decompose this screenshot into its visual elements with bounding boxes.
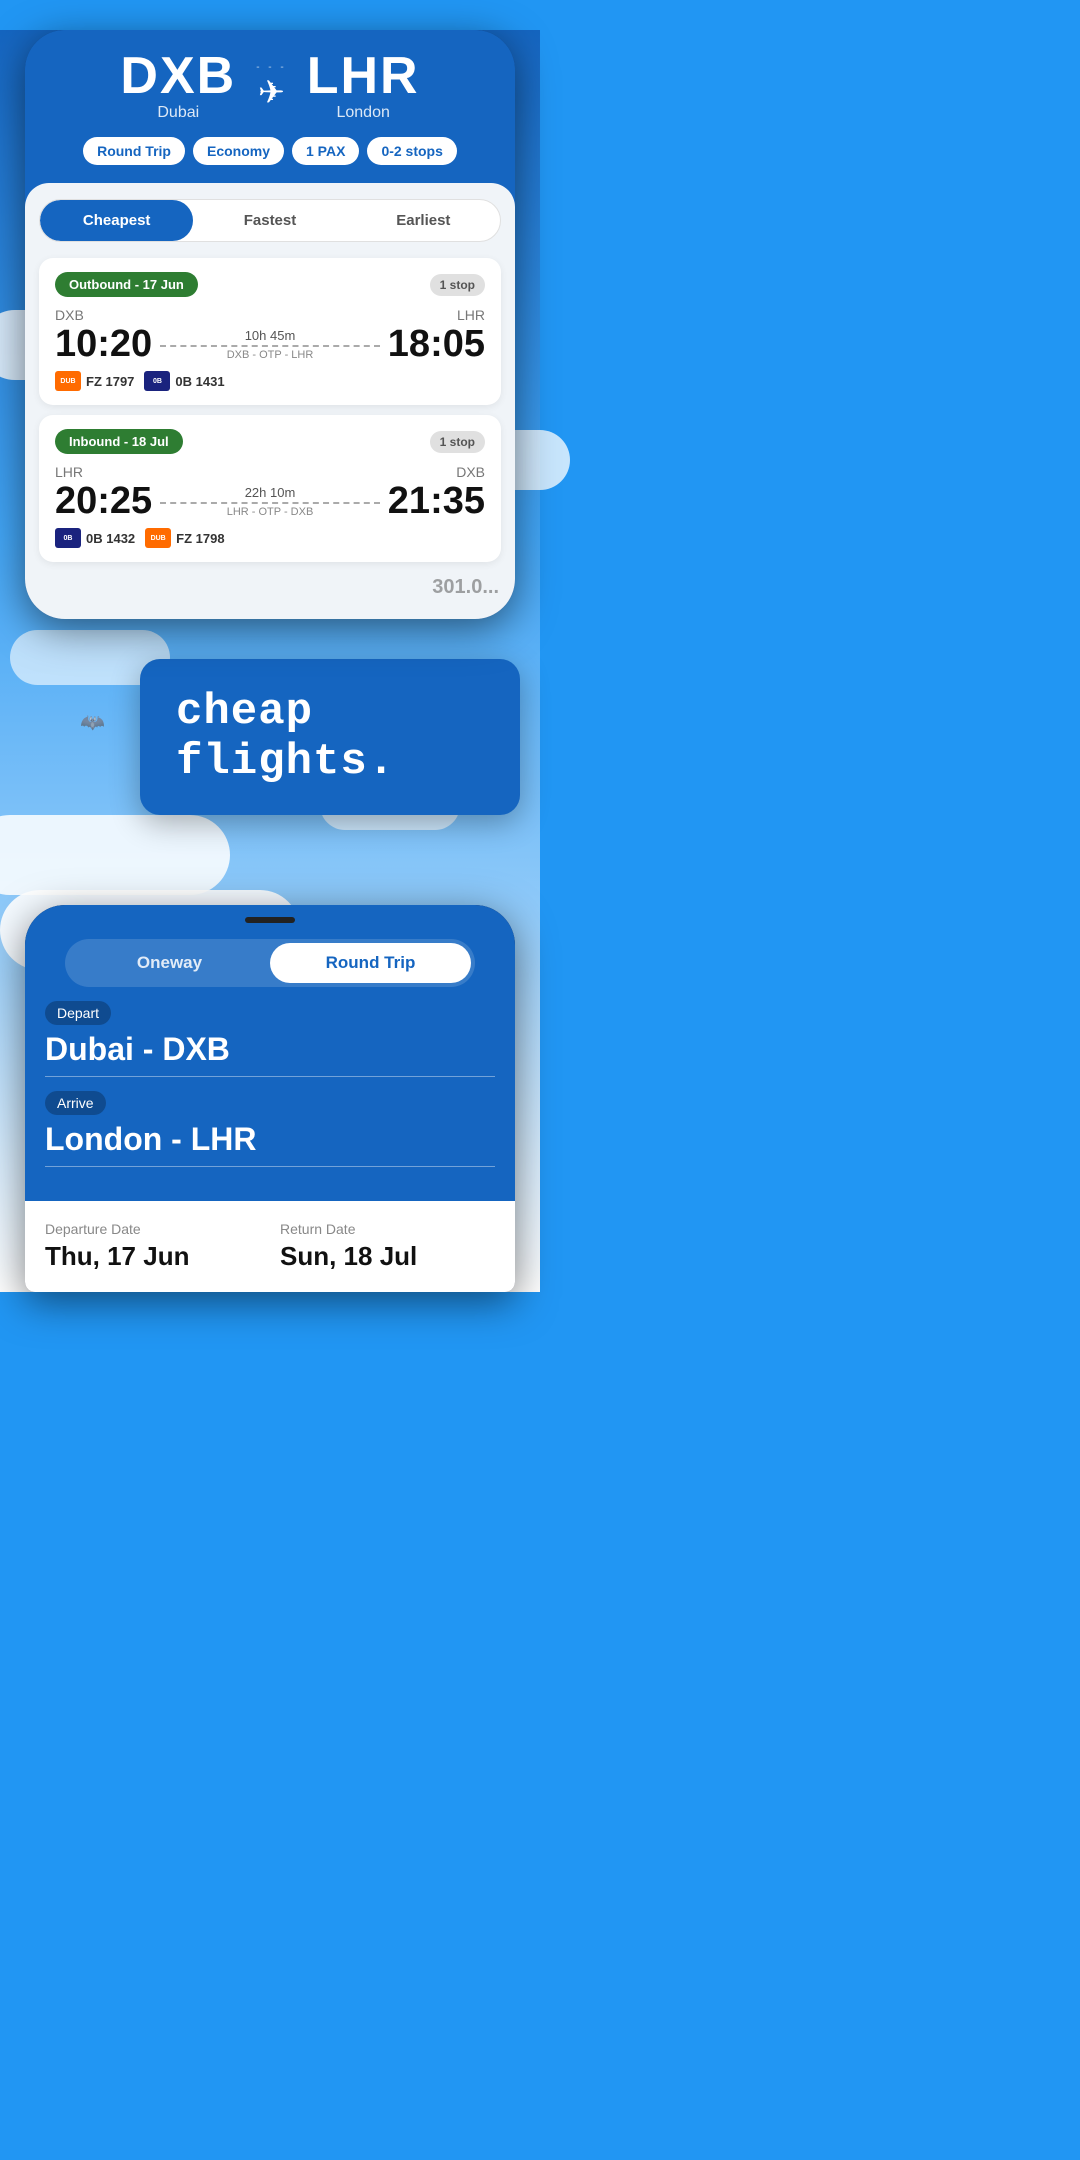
dubai-logo: DUB bbox=[55, 371, 81, 391]
outbound-dest: LHR bbox=[457, 307, 485, 323]
inbound-flight1: 0B 1432 bbox=[86, 531, 135, 546]
route-line bbox=[160, 345, 380, 347]
tab-earliest[interactable]: Earliest bbox=[347, 200, 500, 241]
outbound-airlines: DUB FZ 1797 0B 0B 1431 bbox=[55, 371, 485, 391]
sort-tabs: Cheapest Fastest Earliest bbox=[39, 199, 501, 242]
outbound-flight1: FZ 1797 bbox=[86, 374, 134, 389]
cheap-flights-text: cheap flights. bbox=[176, 687, 395, 787]
origin-airport: DXB Dubai bbox=[120, 50, 236, 122]
origin-code: DXB bbox=[120, 50, 236, 102]
return-date-label: Return Date bbox=[280, 1221, 495, 1237]
outbound-airline1: DUB FZ 1797 bbox=[55, 371, 134, 391]
depart-field[interactable]: Depart Dubai - DXB bbox=[45, 1001, 495, 1077]
inbound-arrive-time: 21:35 bbox=[388, 482, 485, 520]
dubai-logo-2: DUB bbox=[145, 528, 171, 548]
pax-pill[interactable]: 1 PAX bbox=[292, 137, 359, 165]
outbound-arrive-time: 18:05 bbox=[388, 325, 485, 363]
return-date-value: Sun, 18 Jul bbox=[280, 1241, 495, 1272]
inbound-route-info: 22h 10m LHR - OTP - DXB bbox=[152, 485, 388, 518]
bottom-phone: Oneway Round Trip Depart Dubai - DXB Arr… bbox=[25, 905, 515, 1292]
price-partial: 301.0... bbox=[39, 572, 501, 603]
outbound-route-info: 10h 45m DXB - OTP - LHR bbox=[152, 328, 388, 361]
inbound-airlines: 0B 0B 1432 DUB FZ 1798 bbox=[55, 528, 485, 548]
tarom-logo: 0B bbox=[144, 371, 170, 391]
stops-pill[interactable]: 0-2 stops bbox=[367, 137, 456, 165]
outbound-flight2: 0B 1431 bbox=[175, 374, 224, 389]
cabin-pill[interactable]: Economy bbox=[193, 137, 284, 165]
trip-type-pill[interactable]: Round Trip bbox=[83, 137, 185, 165]
outbound-stops: 1 stop bbox=[430, 274, 485, 296]
tab-fastest[interactable]: Fastest bbox=[193, 200, 346, 241]
dest-airport: LHR London bbox=[307, 50, 420, 122]
inbound-dest: DXB bbox=[456, 464, 485, 480]
arrive-label: Arrive bbox=[45, 1091, 106, 1115]
cheap-flights-bubble: cheap flights. bbox=[140, 659, 520, 815]
depart-label: Depart bbox=[45, 1001, 111, 1025]
inbound-duration: 22h 10m bbox=[160, 485, 380, 500]
dest-city: London bbox=[307, 104, 420, 122]
departure-date-label: Departure Date bbox=[45, 1221, 260, 1237]
tarom-logo-2: 0B bbox=[55, 528, 81, 548]
airplane-symbol: ✈ bbox=[258, 73, 285, 111]
inbound-origin: LHR bbox=[55, 464, 83, 480]
outbound-origin: DXB bbox=[55, 307, 84, 323]
inbound-stops: 1 stop bbox=[430, 431, 485, 453]
outbound-duration: 10h 45m bbox=[160, 328, 380, 343]
outbound-label: Outbound - 17 Jun bbox=[55, 272, 198, 297]
inbound-airline2: DUB FZ 1798 bbox=[145, 528, 224, 548]
notch bbox=[245, 917, 295, 923]
inbound-card[interactable]: Inbound - 18 Jul 1 stop LHR DXB 20:25 22… bbox=[39, 415, 501, 562]
inbound-depart-time: 20:25 bbox=[55, 482, 152, 520]
oneway-button[interactable]: Oneway bbox=[69, 943, 270, 983]
outbound-depart-time: 10:20 bbox=[55, 325, 152, 363]
filter-pills: Round Trip Economy 1 PAX 0-2 stops bbox=[25, 137, 515, 183]
flight-header: DXB Dubai - - - ✈ LHR London bbox=[25, 30, 515, 137]
route-line-2 bbox=[160, 502, 380, 504]
departure-date-value: Thu, 17 Jun bbox=[45, 1241, 260, 1272]
tab-cheapest[interactable]: Cheapest bbox=[40, 200, 193, 241]
depart-city[interactable]: Dubai - DXB bbox=[45, 1031, 495, 1077]
dates-section: Departure Date Thu, 17 Jun Return Date S… bbox=[25, 1201, 515, 1292]
phone-notch-area: Oneway Round Trip bbox=[25, 905, 515, 1001]
search-form: Depart Dubai - DXB Arrive London - LHR bbox=[25, 1001, 515, 1201]
inbound-flight2: FZ 1798 bbox=[176, 531, 224, 546]
inbound-label: Inbound - 18 Jul bbox=[55, 429, 183, 454]
outbound-card[interactable]: Outbound - 17 Jun 1 stop DXB LHR 10:20 1… bbox=[39, 258, 501, 405]
departure-date-col[interactable]: Departure Date Thu, 17 Jun bbox=[45, 1221, 260, 1272]
search-results: Cheapest Fastest Earliest Outbound - 17 … bbox=[25, 183, 515, 619]
promo-section: cheap flights. bbox=[0, 619, 540, 835]
outbound-airline2: 0B 0B 1431 bbox=[144, 371, 224, 391]
outbound-via: DXB - OTP - LHR bbox=[160, 349, 380, 361]
inbound-airline1: 0B 0B 1432 bbox=[55, 528, 135, 548]
return-date-col[interactable]: Return Date Sun, 18 Jul bbox=[280, 1221, 495, 1272]
plane-icon: - - - ✈ bbox=[256, 62, 287, 111]
trip-toggle: Oneway Round Trip bbox=[65, 939, 475, 987]
arrive-field[interactable]: Arrive London - LHR bbox=[45, 1091, 495, 1167]
arrive-city[interactable]: London - LHR bbox=[45, 1121, 495, 1167]
top-phone: DXB Dubai - - - ✈ LHR London Round Trip … bbox=[25, 30, 515, 619]
round-trip-button[interactable]: Round Trip bbox=[270, 943, 471, 983]
inbound-via: LHR - OTP - DXB bbox=[160, 506, 380, 518]
dest-code: LHR bbox=[307, 50, 420, 102]
origin-city: Dubai bbox=[120, 104, 236, 122]
